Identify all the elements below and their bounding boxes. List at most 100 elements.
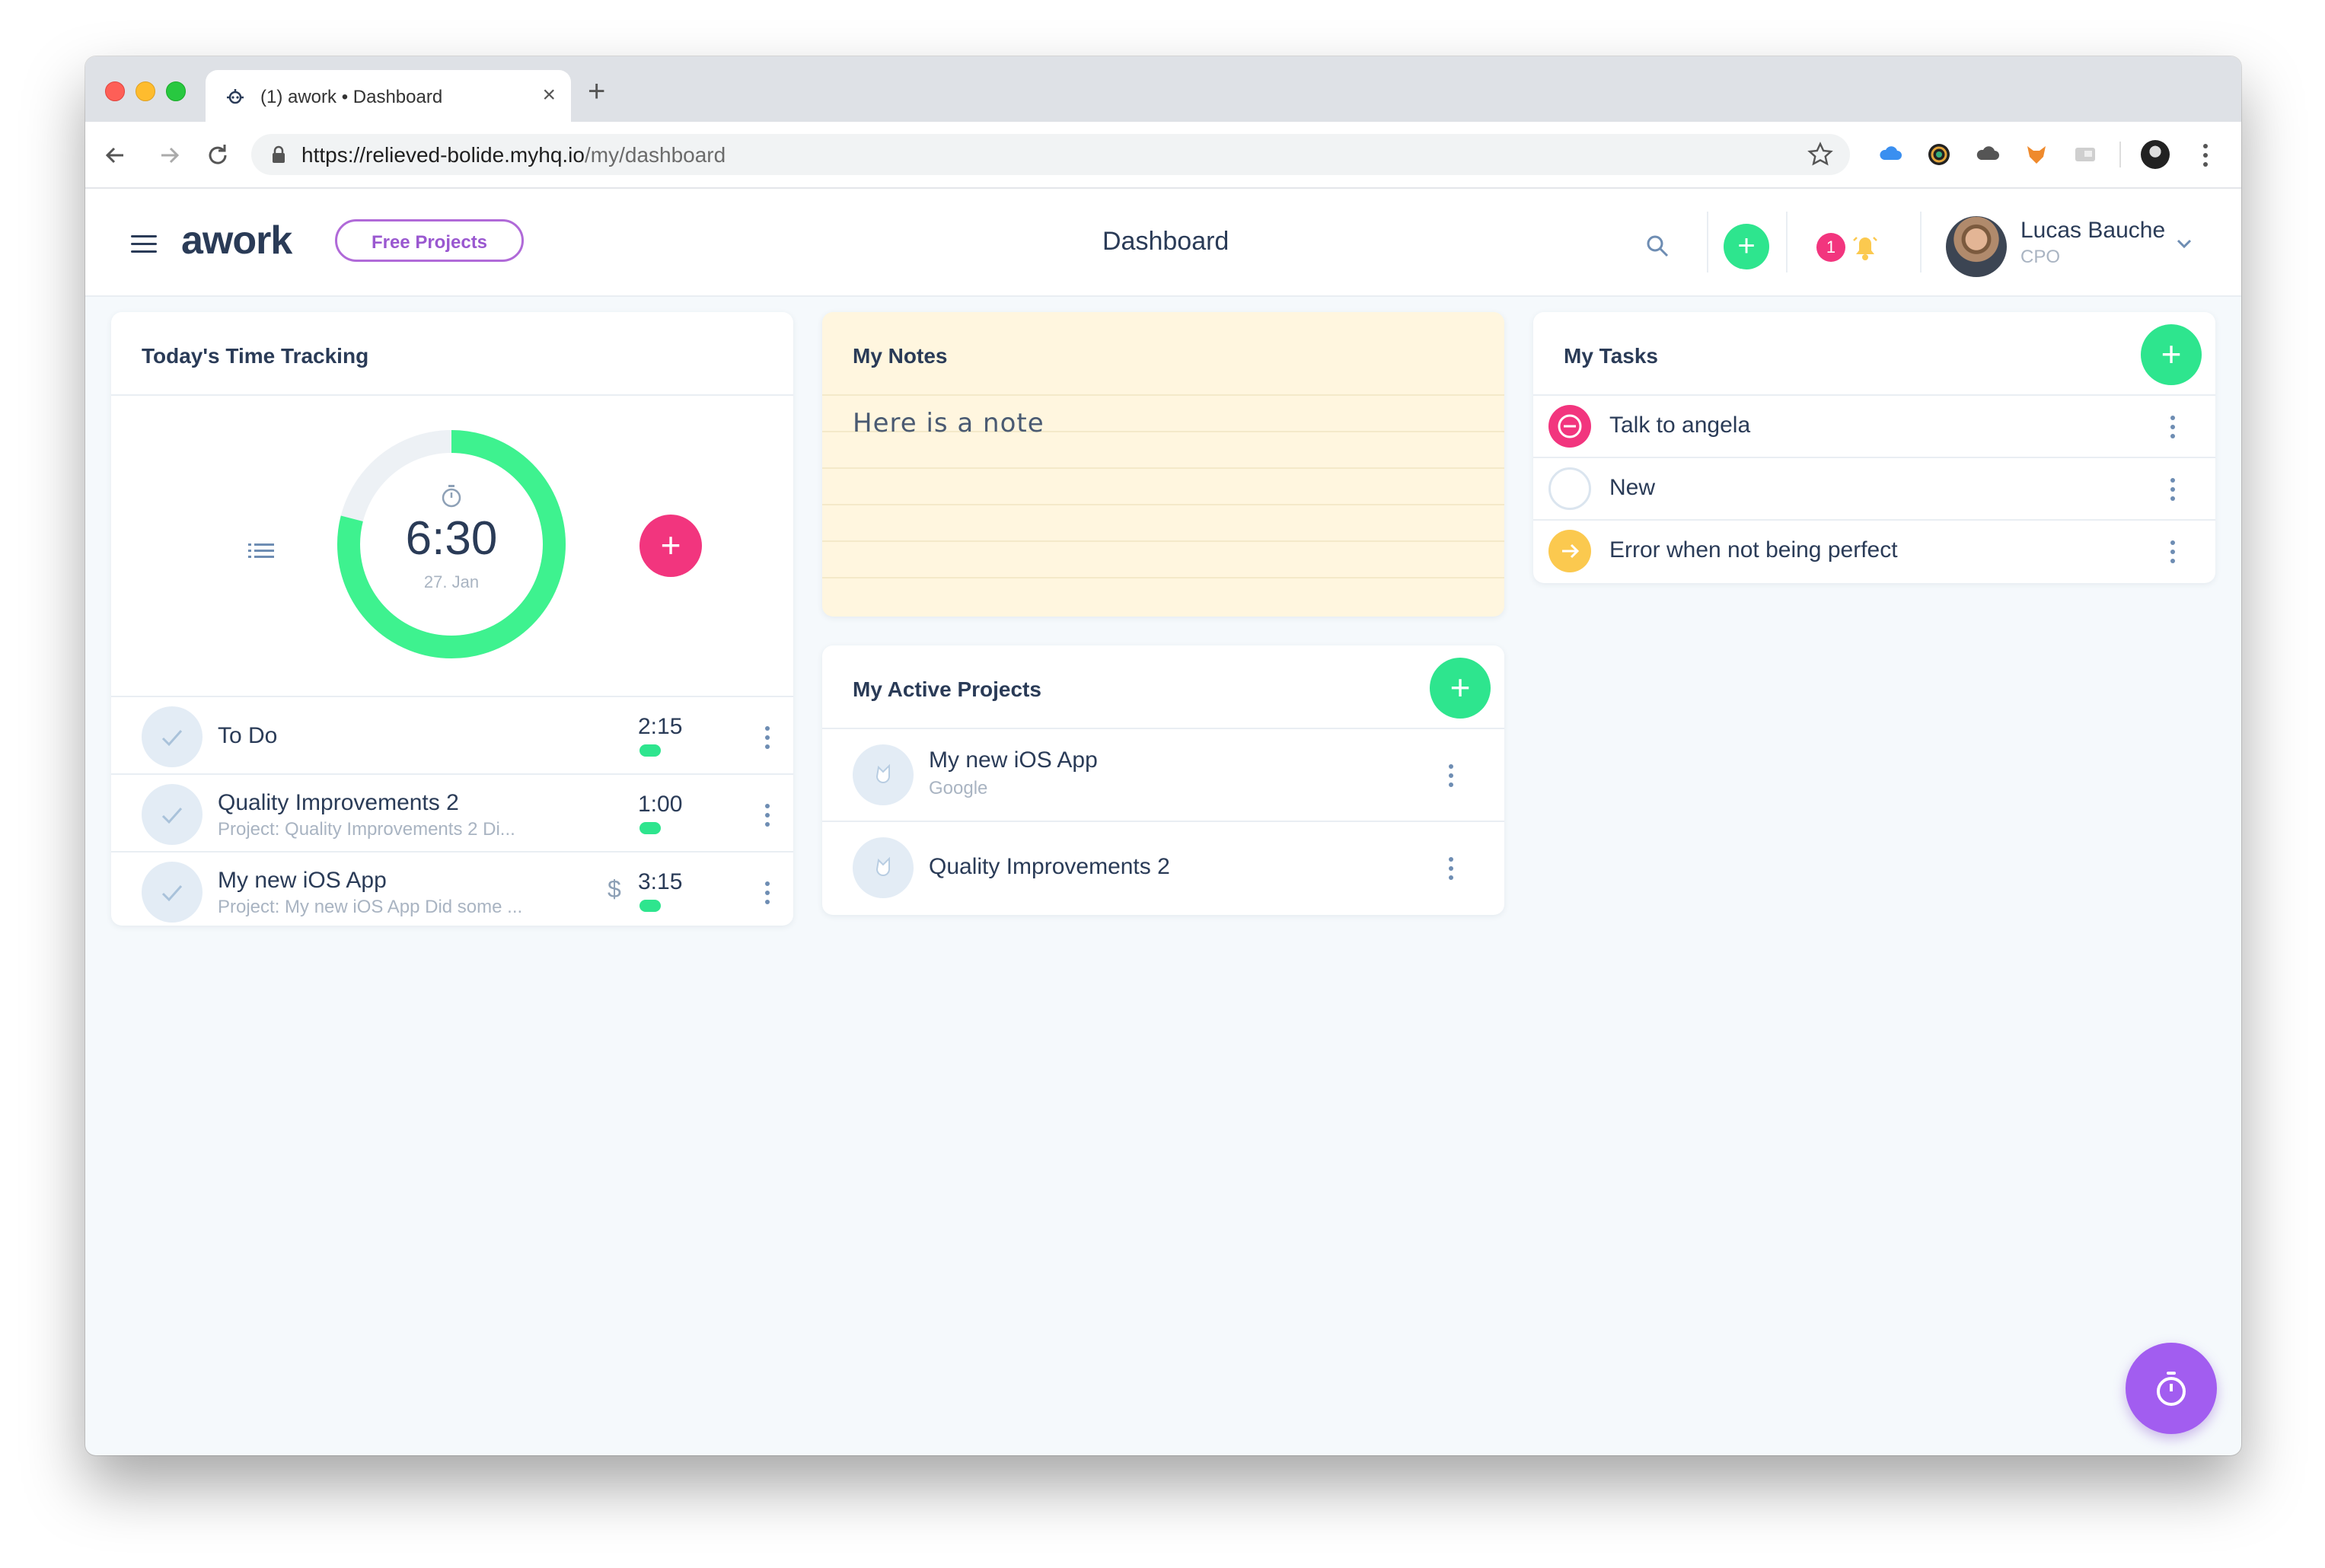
time-tracking-card: Today's Time Tracking 6:30 27. Jan + To … xyxy=(111,312,793,926)
quick-add-button[interactable]: + xyxy=(1724,224,1769,269)
tracking-date: 27. Jan xyxy=(423,572,480,591)
task-label: Error when not being perfect xyxy=(1609,537,1898,563)
fox-extension-icon[interactable] xyxy=(2024,142,2049,167)
time-entry-row[interactable]: To Do 2:15 xyxy=(111,696,793,775)
time-entry-title: Quality Improvements 2 xyxy=(218,790,459,815)
my-tasks-title: My Tasks xyxy=(1564,344,1658,368)
check-icon[interactable] xyxy=(142,784,203,845)
user-name[interactable]: Lucas Bauche xyxy=(2020,218,2165,244)
header-separator xyxy=(1920,212,1922,272)
time-entry-duration: 3:15 xyxy=(638,869,683,894)
note-rule xyxy=(822,577,1504,578)
project-name: My new iOS App xyxy=(929,747,1098,773)
back-icon[interactable] xyxy=(100,140,131,171)
card-divider xyxy=(111,394,793,396)
user-avatar[interactable] xyxy=(1946,216,2007,277)
tab-strip: (1) awork • Dashboard × + xyxy=(85,56,2241,122)
notification-count-badge[interactable]: 1 xyxy=(1816,233,1845,262)
hamburger-menu-icon[interactable] xyxy=(131,234,157,254)
time-entry-title: My new iOS App xyxy=(218,868,387,893)
list-view-icon[interactable] xyxy=(248,540,274,562)
more-options-icon[interactable] xyxy=(2170,414,2176,440)
project-row[interactable]: My new iOS App Google xyxy=(822,728,1504,821)
more-options-icon[interactable] xyxy=(764,725,770,751)
note-rule xyxy=(822,467,1504,469)
note-rule xyxy=(822,504,1504,505)
page-title: Dashboard xyxy=(1102,227,1229,256)
color-wheel-extension-icon[interactable] xyxy=(1926,142,1952,167)
duration-bar xyxy=(639,900,661,912)
time-entry-title: To Do xyxy=(218,723,278,748)
awork-logo[interactable]: awork xyxy=(181,218,292,263)
time-entry-subtitle: Project: Quality Improvements 2 Di... xyxy=(218,819,515,840)
my-tasks-card: My Tasks + Talk to angela New Error when… xyxy=(1533,312,2215,583)
time-entry-duration: 2:15 xyxy=(638,714,683,739)
profile-avatar-icon[interactable] xyxy=(2141,140,2170,169)
task-label: New xyxy=(1609,475,1656,500)
search-icon[interactable] xyxy=(1644,233,1670,259)
new-status-icon[interactable] xyxy=(1548,467,1591,510)
close-tab-icon[interactable]: × xyxy=(542,82,556,108)
project-row[interactable]: Quality Improvements 2 xyxy=(822,821,1504,913)
add-time-entry-button[interactable]: + xyxy=(639,515,702,577)
blocked-status-icon[interactable] xyxy=(1548,405,1591,448)
more-options-icon[interactable] xyxy=(1448,763,1454,789)
header-separator xyxy=(1707,212,1708,272)
user-role: CPO xyxy=(2020,247,2061,267)
more-options-icon[interactable] xyxy=(2170,476,2176,502)
more-options-icon[interactable] xyxy=(1448,856,1454,881)
task-row[interactable]: Error when not being perfect xyxy=(1533,519,2215,583)
check-icon[interactable] xyxy=(142,862,203,923)
note-rule xyxy=(822,394,1504,396)
more-options-icon[interactable] xyxy=(2170,539,2176,565)
tab-title: (1) awork • Dashboard xyxy=(260,87,443,107)
note-rule xyxy=(822,540,1504,542)
notes-card: My Notes Here is a note xyxy=(822,312,1504,617)
free-projects-button[interactable]: Free Projects xyxy=(335,219,524,262)
duration-bar xyxy=(639,822,661,834)
in-progress-arrow-icon[interactable] xyxy=(1548,530,1591,572)
bell-icon[interactable] xyxy=(1850,230,1880,263)
total-time: 6:30 xyxy=(405,512,498,565)
time-tracking-title: Today's Time Tracking xyxy=(142,344,369,368)
minimize-window-button[interactable] xyxy=(136,81,155,101)
project-icon xyxy=(853,744,914,805)
url-path: /my/dashboard xyxy=(584,143,726,167)
task-row[interactable]: New xyxy=(1533,457,2215,521)
address-bar[interactable]: https://relieved-bolide.myhq.io/my/dashb… xyxy=(251,134,1850,175)
chevron-down-icon[interactable] xyxy=(2176,237,2193,250)
close-window-button[interactable] xyxy=(105,81,125,101)
screen-extension-icon[interactable] xyxy=(2072,142,2098,167)
maximize-window-button[interactable] xyxy=(166,81,186,101)
time-entry-subtitle: Project: My new iOS App Did some ... xyxy=(218,897,523,917)
dark-cloud-extension-icon[interactable] xyxy=(1975,142,2001,167)
free-projects-label: Free Projects xyxy=(371,232,488,253)
time-entry-row[interactable]: My new iOS App Project: My new iOS App D… xyxy=(111,851,793,926)
more-options-icon[interactable] xyxy=(764,802,770,828)
notes-title: My Notes xyxy=(853,344,948,368)
reload-icon[interactable] xyxy=(203,140,233,171)
app-header: awork Free Projects Dashboard + 1 Lucas … xyxy=(85,189,2241,297)
time-entry-row[interactable]: Quality Improvements 2 Project: Quality … xyxy=(111,773,793,853)
forward-icon[interactable] xyxy=(154,140,184,171)
time-entry-duration: 1:00 xyxy=(638,792,683,817)
lock-icon xyxy=(273,145,285,163)
cloud-extension-icon[interactable] xyxy=(1877,142,1903,167)
start-timer-button[interactable] xyxy=(2126,1343,2217,1434)
project-name: Quality Improvements 2 xyxy=(929,854,1170,879)
check-icon[interactable] xyxy=(142,706,203,767)
add-project-button[interactable]: + xyxy=(1430,658,1491,719)
more-options-icon[interactable] xyxy=(764,880,770,906)
browser-tab[interactable]: (1) awork • Dashboard × xyxy=(206,70,571,122)
browser-menu-icon[interactable] xyxy=(2200,140,2211,171)
browser-toolbar: https://relieved-bolide.myhq.io/my/dashb… xyxy=(85,122,2241,189)
task-row[interactable]: Talk to angela xyxy=(1533,394,2215,458)
browser-window: (1) awork • Dashboard × + https://reliev… xyxy=(85,56,2241,1455)
bookmark-star-icon[interactable] xyxy=(1807,142,1833,167)
duration-bar xyxy=(639,744,661,757)
project-client: Google xyxy=(929,778,988,798)
header-separator xyxy=(1786,212,1788,272)
add-task-button[interactable]: + xyxy=(2141,324,2202,385)
note-text[interactable]: Here is a note xyxy=(853,408,1044,438)
new-tab-button[interactable]: + xyxy=(588,76,605,107)
